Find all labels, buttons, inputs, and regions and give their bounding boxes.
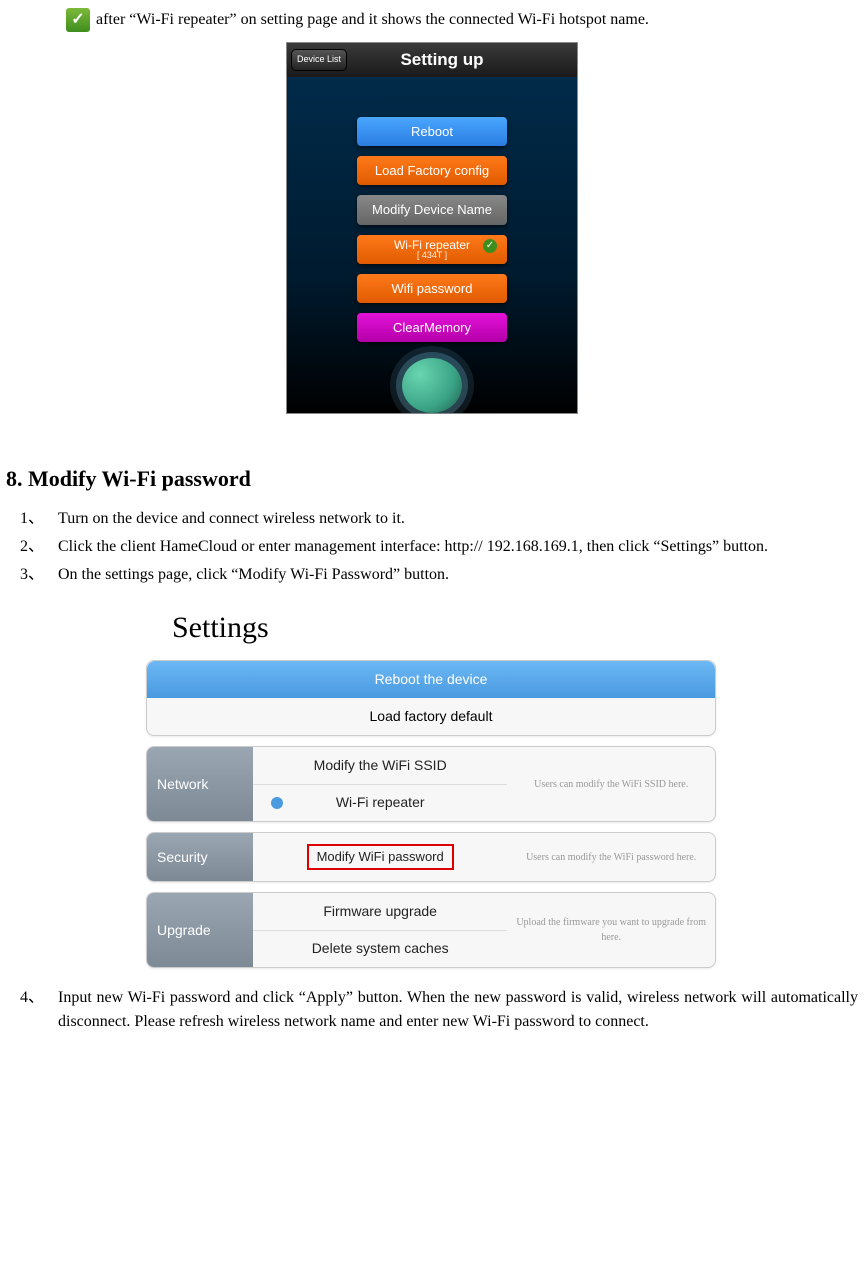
steps-list: 1、 Turn on the device and connect wirele… [20,507,858,587]
section-heading: 8. Modify Wi-Fi password [6,462,858,495]
dot-icon [271,797,283,809]
step-4: 4、 Input new Wi-Fi password and click “A… [20,986,858,1034]
step-number: 3、 [20,563,58,587]
network-hint: Users can modify the WiFi SSID here. [507,747,715,821]
step-number: 4、 [20,986,58,1034]
security-hint: Users can modify the WiFi password here. [507,833,715,881]
clear-memory-button[interactable]: ClearMemory [357,313,507,342]
upgrade-hint: Upload the firmware you want to upgrade … [507,893,715,967]
phone-title: Setting up [307,47,577,73]
wifi-repeater-button[interactable]: Wi-Fi repeater [ 434T ] ✓ [357,235,507,264]
intro-text: after “Wi-Fi repeater” on setting page a… [96,8,649,32]
home-circle-icon[interactable] [402,358,462,413]
wifi-repeater-row[interactable]: Wi-Fi repeater [253,784,507,822]
delete-caches-button[interactable]: Delete system caches [253,930,507,968]
upgrade-group: Upgrade Firmware upgrade Delete system c… [146,892,716,968]
load-factory-default-button[interactable]: Load factory default [147,698,715,735]
settings-header: Settings [172,605,716,650]
step-number: 2、 [20,535,58,559]
network-group: Network Modify the WiFi SSID Wi-Fi repea… [146,746,716,822]
upgrade-label: Upgrade [147,893,253,967]
step-text: Click the client HameCloud or enter mana… [58,535,858,559]
step-text: Turn on the device and connect wireless … [58,507,858,531]
settings-screenshot: Settings Reboot the device Load factory … [146,605,716,968]
step-text: Input new Wi-Fi password and click “Appl… [58,986,858,1034]
wifi-repeater-sub: [ 434T ] [417,251,447,260]
step-1: 1、 Turn on the device and connect wirele… [20,507,858,531]
security-group: Security Modify WiFi password Users can … [146,832,716,882]
phone-screenshot: Device List Setting up Reboot Load Facto… [286,42,578,414]
modify-device-name-button[interactable]: Modify Device Name [357,195,507,224]
modify-ssid-button[interactable]: Modify the WiFi SSID [253,747,507,784]
modify-wifi-password-button[interactable]: Modify WiFi password [253,833,507,881]
wifi-repeater-label: Wi-Fi repeater [394,239,470,251]
security-label: Security [147,833,253,881]
wifi-password-button[interactable]: Wifi password [357,274,507,303]
network-label: Network [147,747,253,821]
reboot-device-button[interactable]: Reboot the device [147,661,715,698]
intro-line: ✓ after “Wi-Fi repeater” on setting page… [66,8,858,32]
step-3: 3、 On the settings page, click “Modify W… [20,563,858,587]
settings-top-group: Reboot the device Load factory default [146,660,716,736]
step-2: 2、 Click the client HameCloud or enter m… [20,535,858,559]
phone-body: Reboot Load Factory config Modify Device… [287,77,577,413]
step-text: On the settings page, click “Modify Wi-F… [58,563,858,587]
check-icon: ✓ [66,8,90,32]
modify-wifi-password-highlight: Modify WiFi password [307,844,454,870]
reboot-button[interactable]: Reboot [357,117,507,146]
steps-list-continued: 4、 Input new Wi-Fi password and click “A… [20,986,858,1034]
check-icon: ✓ [483,239,497,253]
phone-titlebar: Device List Setting up [287,43,577,77]
firmware-upgrade-button[interactable]: Firmware upgrade [253,893,507,930]
load-factory-button[interactable]: Load Factory config [357,156,507,185]
wifi-repeater-label: Wi-Fi repeater [336,792,425,813]
step-number: 1、 [20,507,58,531]
